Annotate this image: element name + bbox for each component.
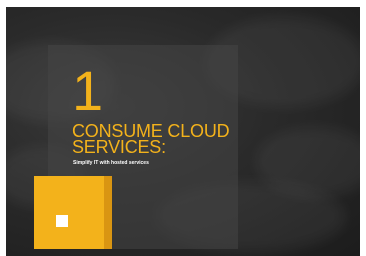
step-number: 1 <box>72 59 104 122</box>
accent-tile <box>34 176 104 249</box>
step-subheading: Simplify IT with hosted services <box>73 160 149 166</box>
slide-frame: 1 CONSUME CLOUD SERVICES: Simplify IT wi… <box>0 0 366 256</box>
square-icon <box>56 215 68 227</box>
heading-line-2: SERVICES: <box>72 137 166 157</box>
step-heading: CONSUME CLOUD SERVICES: <box>72 122 232 157</box>
